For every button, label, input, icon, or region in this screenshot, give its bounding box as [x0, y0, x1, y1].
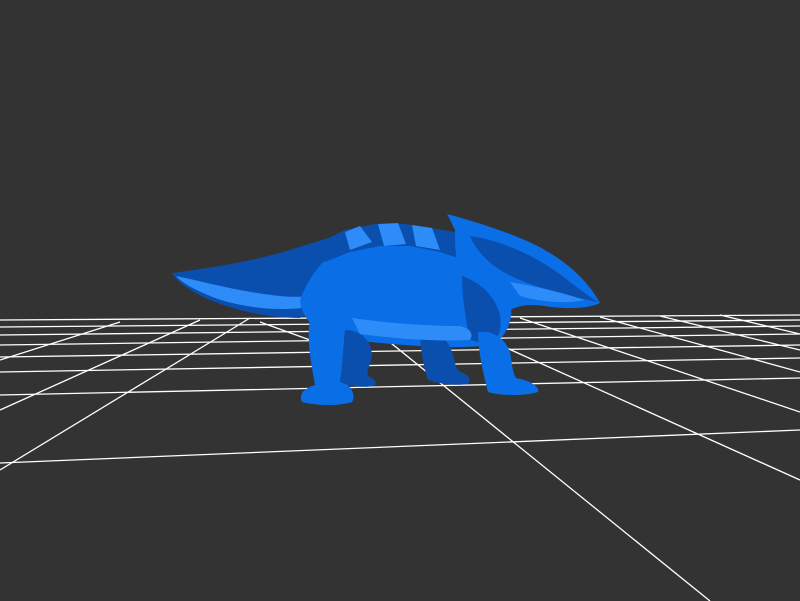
ground-grid: [0, 314, 800, 601]
grid-line-horizontal: [0, 357, 800, 373]
grid-line-horizontal: [0, 429, 800, 464]
grid-line-receding: [519, 317, 800, 413]
creature-model[interactable]: [172, 214, 600, 405]
grid-line-receding: [719, 314, 800, 335]
grid-line-receding: [0, 321, 121, 361]
3d-viewport[interactable]: [0, 0, 800, 601]
grid-line-horizontal: [0, 377, 800, 396]
viewport-canvas[interactable]: [0, 0, 800, 601]
